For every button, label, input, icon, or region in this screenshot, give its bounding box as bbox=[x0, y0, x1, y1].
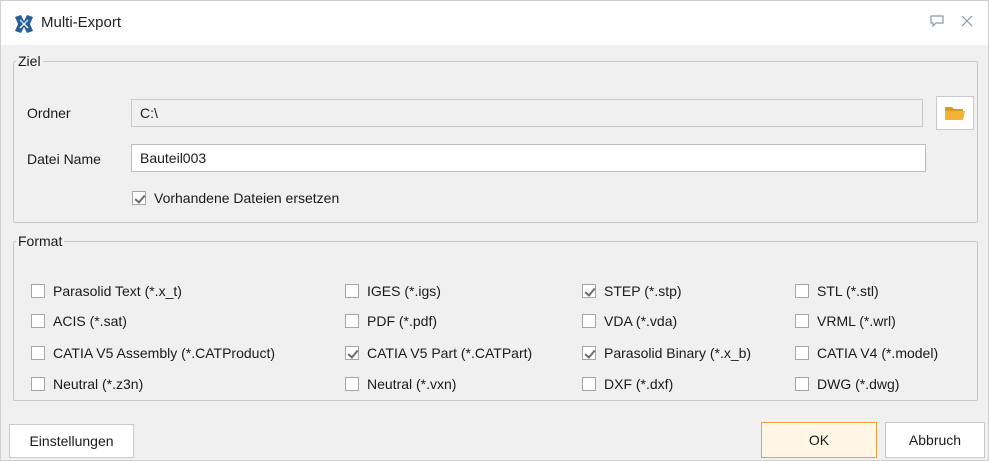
format-checkbox[interactable] bbox=[31, 314, 45, 328]
format-label: Parasolid Text (*.x_t) bbox=[53, 283, 182, 299]
filename-label: Datei Name bbox=[27, 151, 101, 167]
browse-folder-button[interactable] bbox=[936, 96, 974, 130]
format-checkbox[interactable] bbox=[582, 377, 596, 391]
format-checkbox[interactable] bbox=[795, 377, 809, 391]
multi-export-dialog: Multi-Export Ziel Ordner C:\ Datei Name … bbox=[0, 0, 989, 461]
format-option-dxf[interactable]: DXF (*.dxf) bbox=[582, 376, 673, 392]
settings-button[interactable]: Einstellungen bbox=[9, 424, 134, 458]
overwrite-label: Vorhandene Dateien ersetzen bbox=[154, 190, 340, 206]
format-label: Parasolid Binary (*.x_b) bbox=[604, 345, 752, 361]
format-checkbox[interactable] bbox=[345, 346, 359, 360]
format-label: DXF (*.dxf) bbox=[604, 376, 674, 392]
format-checkbox[interactable] bbox=[795, 314, 809, 328]
format-option-vrml[interactable]: VRML (*.wrl) bbox=[795, 313, 896, 329]
target-legend: Ziel bbox=[18, 53, 41, 69]
format-checkbox[interactable] bbox=[345, 284, 359, 298]
format-label: Neutral (*.z3n) bbox=[53, 376, 144, 392]
format-option-stl[interactable]: STL (*.stl) bbox=[795, 283, 879, 299]
format-checkbox[interactable] bbox=[31, 346, 45, 360]
format-option-step[interactable]: STEP (*.stp) bbox=[582, 283, 682, 299]
format-option-iges[interactable]: IGES (*.igs) bbox=[345, 283, 441, 299]
format-checkbox[interactable] bbox=[345, 377, 359, 391]
format-option-catia-v5-assembly[interactable]: CATIA V5 Assembly (*.CATProduct) bbox=[31, 345, 275, 361]
app-logo-icon bbox=[15, 15, 33, 33]
format-option-dwg[interactable]: DWG (*.dwg) bbox=[795, 376, 899, 392]
format-option-catia-v5-part[interactable]: CATIA V5 Part (*.CATPart) bbox=[345, 345, 532, 361]
format-option-catia-v4[interactable]: CATIA V4 (*.model) bbox=[795, 345, 938, 361]
format-checkbox[interactable] bbox=[795, 346, 809, 360]
format-legend: Format bbox=[18, 233, 63, 249]
format-label: DWG (*.dwg) bbox=[817, 376, 900, 392]
format-label: CATIA V5 Part (*.CATPart) bbox=[367, 345, 533, 361]
format-checkbox[interactable] bbox=[345, 314, 359, 328]
restore-icon[interactable] bbox=[929, 15, 945, 29]
overwrite-checkbox-row[interactable]: Vorhandene Dateien ersetzen bbox=[132, 190, 339, 206]
format-label: STEP (*.stp) bbox=[604, 283, 682, 299]
format-label: PDF (*.pdf) bbox=[367, 313, 438, 329]
format-option-neutral-z3n[interactable]: Neutral (*.z3n) bbox=[31, 376, 143, 392]
format-checkbox[interactable] bbox=[795, 284, 809, 298]
folder-icon bbox=[945, 107, 965, 120]
format-label: VDA (*.vda) bbox=[604, 313, 678, 329]
ok-button[interactable]: OK bbox=[761, 422, 877, 458]
format-option-vda[interactable]: VDA (*.vda) bbox=[582, 313, 677, 329]
folder-label: Ordner bbox=[27, 105, 71, 121]
cancel-button[interactable]: Abbruch bbox=[885, 422, 985, 458]
format-label: Neutral (*.vxn) bbox=[367, 376, 457, 392]
format-option-neutral-vxn[interactable]: Neutral (*.vxn) bbox=[345, 376, 456, 392]
close-icon[interactable] bbox=[959, 15, 975, 29]
overwrite-checkbox[interactable] bbox=[132, 191, 146, 205]
format-label: VRML (*.wrl) bbox=[817, 313, 896, 329]
format-checkbox[interactable] bbox=[31, 284, 45, 298]
format-option-acis[interactable]: ACIS (*.sat) bbox=[31, 313, 127, 329]
format-checkbox[interactable] bbox=[582, 284, 596, 298]
format-label: ACIS (*.sat) bbox=[53, 313, 127, 329]
format-option-parasolid-text[interactable]: Parasolid Text (*.x_t) bbox=[31, 283, 182, 299]
format-option-parasolid-binary[interactable]: Parasolid Binary (*.x_b) bbox=[582, 345, 751, 361]
format-checkbox[interactable] bbox=[31, 377, 45, 391]
folder-path-field[interactable]: C:\ bbox=[131, 99, 923, 127]
format-option-pdf[interactable]: PDF (*.pdf) bbox=[345, 313, 437, 329]
format-label: IGES (*.igs) bbox=[367, 283, 441, 299]
filename-field[interactable]: Bauteil003 bbox=[131, 144, 926, 172]
format-label: STL (*.stl) bbox=[817, 283, 879, 299]
format-checkbox[interactable] bbox=[582, 314, 596, 328]
window-title: Multi-Export bbox=[41, 14, 122, 31]
format-label: CATIA V4 (*.model) bbox=[817, 345, 939, 361]
format-checkbox[interactable] bbox=[582, 346, 596, 360]
title-bar: Multi-Export bbox=[1, 1, 988, 45]
format-label: CATIA V5 Assembly (*.CATProduct) bbox=[53, 345, 275, 361]
